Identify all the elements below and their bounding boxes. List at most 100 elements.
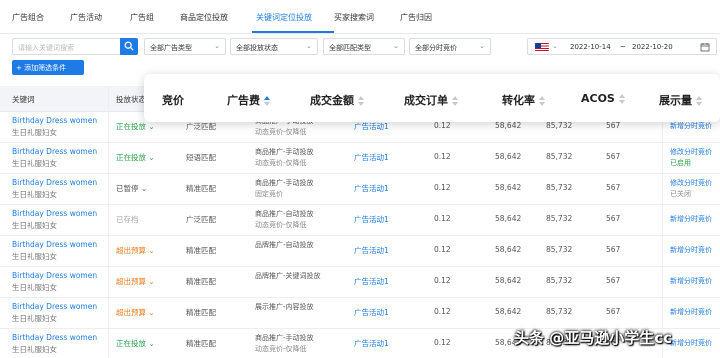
sort-icon[interactable] [452,95,459,107]
spend-value: 58,642 [495,307,522,316]
time-bid-select[interactable]: 全部分时竞价 ⌄ [409,38,491,55]
time-bid-link[interactable]: 新增分时竞价 [670,307,712,317]
keyword-text[interactable]: Birthday Dress women [12,240,97,249]
bid-value[interactable]: 0.12 [434,338,451,347]
bid-strategy: 固定竞价 [255,190,283,198]
search-icon [124,41,134,51]
keyword-text[interactable]: Birthday Dress women [12,178,97,187]
bid-value[interactable]: 0.12 [434,245,451,254]
tab-keyword-targeting[interactable]: 关键词定位投放 [256,12,312,23]
placement-status-select[interactable]: 全部投放状态 ⌄ [230,38,318,55]
sales-value: 85,732 [546,214,573,223]
date-end[interactable]: 2022-10-20 [632,43,673,51]
sales-value: 85,732 [546,121,573,130]
column-header-orders[interactable]: 成交订单 [404,92,459,108]
campaign-link[interactable]: 广告活动1 [354,152,389,163]
campaign-link[interactable]: 广告活动1 [354,183,389,194]
keyword-text[interactable]: Birthday Dress women [12,271,97,280]
campaign-link[interactable]: 广告活动1 [354,307,389,318]
keyword-text[interactable]: Birthday Dress women [12,333,97,342]
bid-value[interactable]: 0.12 [434,121,451,130]
status-dropdown[interactable]: 超出预算 ⌄ [116,276,155,287]
date-start[interactable]: 2022-10-14 [570,43,611,51]
watermark: 头条 @亚马逊小学生cc [514,329,673,347]
bid-value[interactable]: 0.12 [434,183,451,192]
acos-label: ACOS [581,92,615,105]
time-bid-link[interactable]: 新增分时竞价 [670,121,712,131]
bid-strategy: 动态竞价-仅降低 [255,345,307,353]
us-flag-icon[interactable] [535,43,549,51]
sort-icon[interactable] [264,95,271,107]
chevron-down-icon: ⌄ [146,153,155,162]
status-dropdown[interactable]: 超出预算 ⌄ [116,307,155,318]
sales-value: 85,732 [546,152,573,161]
time-bid-link[interactable]: 新增分时竞价 [670,245,712,255]
spend-value: 58,642 [495,245,522,254]
bid-value[interactable]: 0.12 [434,214,451,223]
spend-value: 58,642 [495,276,522,285]
campaign-link[interactable]: 广告活动1 [354,121,389,132]
date-range-picker[interactable]: ⌄ 2022-10-14 ~ 2022-10-20 [527,38,717,55]
sort-icon[interactable] [618,93,626,105]
sort-icon[interactable] [539,95,546,107]
column-header-conversion[interactable]: 转化率 [502,92,546,108]
keyword-translation: 生日礼服妇女 [12,283,57,292]
column-header-sales[interactable]: 成交金额 [310,92,365,108]
chevron-down-icon: ⌄ [146,277,155,286]
bid-value[interactable]: 0.12 [434,307,451,316]
keyword-translation: 生日礼服妇女 [12,314,57,323]
time-bid-link[interactable]: 修改分时竞价 [670,178,712,188]
column-header-ad-spend[interactable]: 广告费 [227,92,271,108]
time-bid-link[interactable]: 修改分时竞价 [670,147,712,157]
tab-attribution[interactable]: 广告归因 [400,12,432,23]
status-dropdown[interactable]: 正在投放 ⌄ [116,121,155,132]
bid-strategy: 动态竞价-仅降低 [255,159,307,167]
match-type-select[interactable]: 全部匹配类型 ⌄ [323,38,405,55]
time-bid-link[interactable]: 新增分时竞价 [670,338,712,348]
tab-portfolio[interactable]: 广告组合 [12,12,44,23]
campaign-link[interactable]: 广告活动1 [354,245,389,256]
campaign-link[interactable]: 广告活动1 [354,214,389,225]
column-header-acos[interactable]: ACOS [581,92,626,105]
active-tab-indicator [252,31,334,33]
ad-type-select[interactable]: 全部广告类型 ⌄ [144,38,226,55]
status-dropdown[interactable]: 正在投放 ⌄ [116,152,155,163]
bid-value[interactable]: 0.12 [434,276,451,285]
tab-search-terms[interactable]: 买家搜索词 [334,12,374,23]
keyword-text[interactable]: Birthday Dress women [12,116,97,125]
add-filter-button[interactable]: + 添加筛选条件 [12,60,84,75]
match-type: 广泛匹配 [186,215,216,224]
bid-value[interactable]: 0.12 [434,152,451,161]
match-type-value: 全部匹配类型 [329,44,371,52]
status-dropdown[interactable]: 已暂停 ⌄ [116,183,147,194]
campaign-link[interactable]: 广告活动1 [354,276,389,287]
sort-icon[interactable] [358,95,365,107]
calendar-icon[interactable] [700,42,710,52]
table-row: Birthday Dress women 生日礼服妇女 已暂停 ⌄ 精准匹配 商品推广-… [0,174,720,205]
column-header-bid[interactable]: 竞价 [162,92,184,108]
status-dropdown[interactable]: 已存档 [116,214,139,225]
column-header-impressions[interactable]: 展示量 [659,92,703,108]
chevron-down-icon: ⌄ [479,42,485,50]
time-bid-link[interactable]: 新增分时竞价 [670,214,712,224]
status-dropdown[interactable]: 正在投放 ⌄ [116,338,155,349]
ad-type: 商品推广-手动投放 [255,334,314,342]
campaign-link[interactable]: 广告活动1 [354,338,389,349]
keyword-translation: 生日礼服妇女 [12,252,57,261]
chevron-down-icon: ⌄ [146,122,155,131]
ad-type-value: 全部广告类型 [150,44,192,52]
search-button[interactable] [120,38,138,55]
tab-ad-group[interactable]: 广告组 [130,12,154,23]
tab-campaign[interactable]: 广告活动 [70,12,102,23]
tab-product-targeting[interactable]: 商品定位投放 [180,12,228,23]
sort-icon[interactable] [696,95,703,107]
time-bid-link[interactable]: 新增分时竞价 [670,276,712,286]
keyword-text[interactable]: Birthday Dress women [12,302,97,311]
keyword-text[interactable]: Birthday Dress women [12,147,97,156]
column-header-status[interactable]: 投放状态 [116,94,146,105]
status-dropdown[interactable]: 超出预算 ⌄ [116,245,155,256]
keyword-text[interactable]: Birthday Dress women [12,209,97,218]
keyword-search-input[interactable]: 请输入关键词搜索 [12,38,120,55]
orders-value: 567 [606,183,621,192]
match-type: 短语匹配 [186,153,216,162]
